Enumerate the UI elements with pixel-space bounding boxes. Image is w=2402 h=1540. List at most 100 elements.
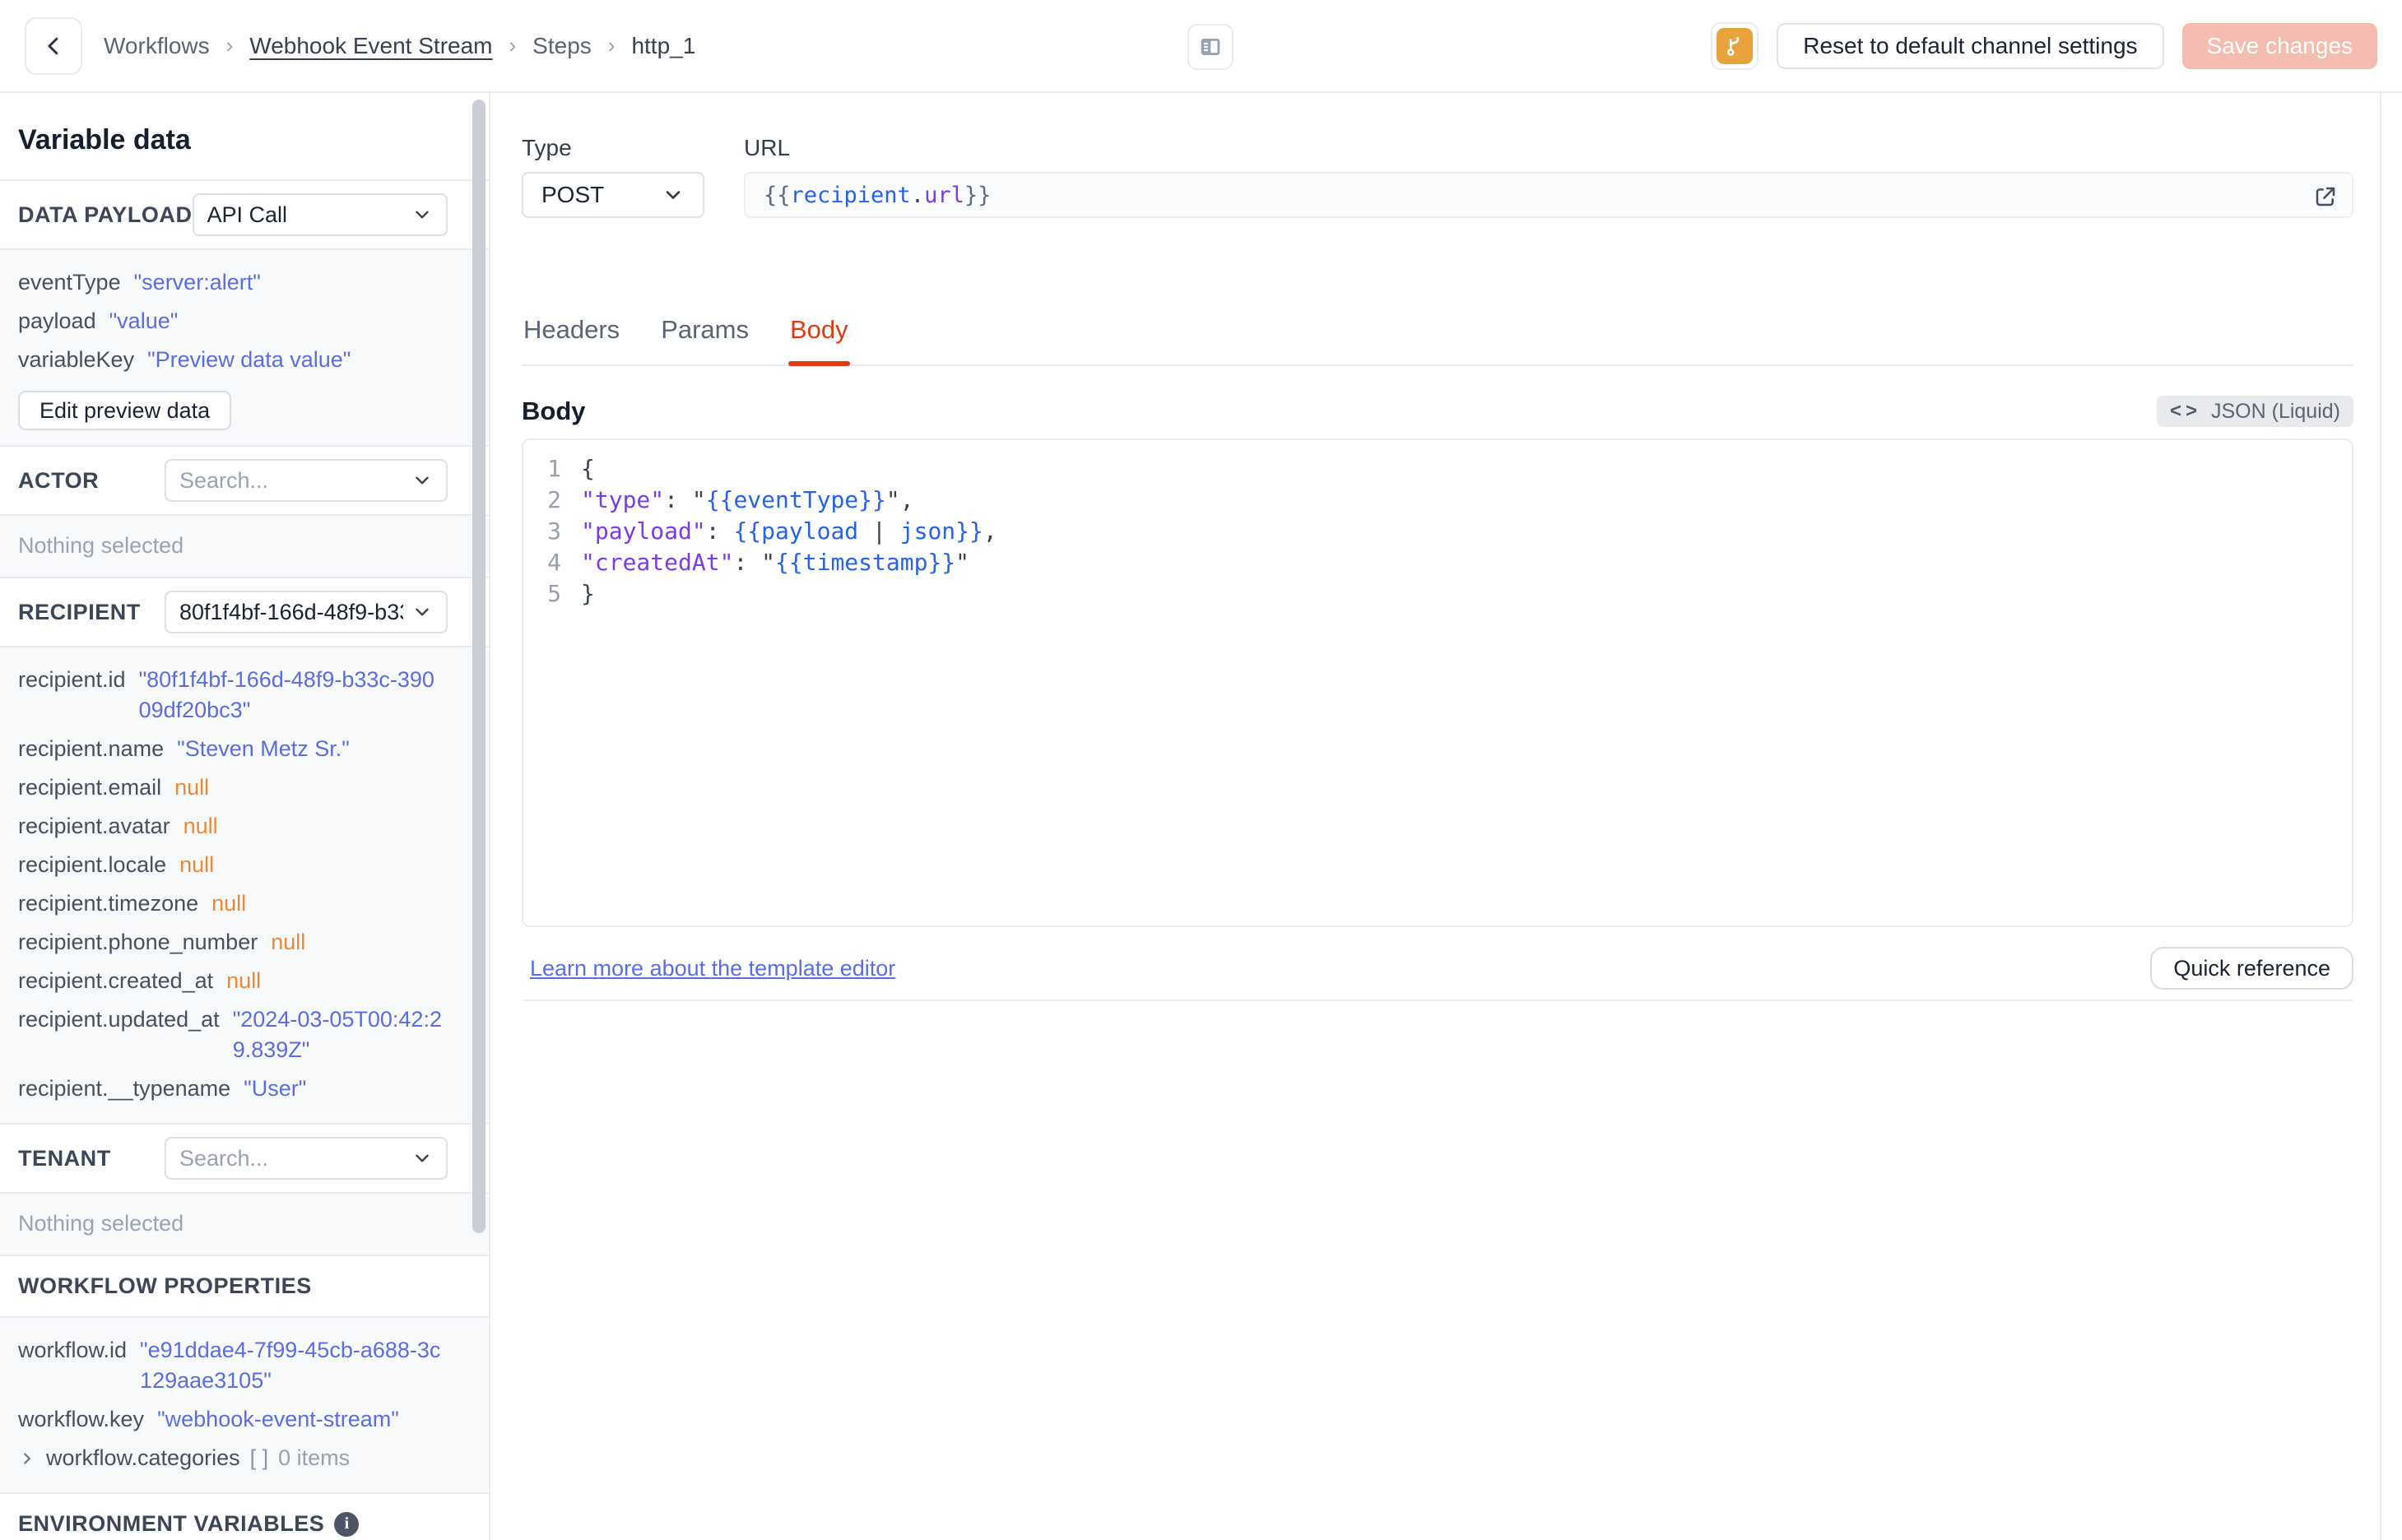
http-method-select[interactable]: POST — [522, 172, 704, 218]
kv-row: recipient.phone_number null — [18, 923, 443, 962]
kv-value: "80f1f4bf-166d-48f9-b33c-39009df20bc3" — [138, 667, 434, 722]
code-line: 3 "payload": {{payload | json}}, — [523, 516, 2352, 547]
kv-key: recipient.updated_at — [18, 1007, 220, 1032]
kv-value: null — [211, 891, 247, 916]
recipient-selected-value: 80f1f4bf-166d-48f9-b33c — [179, 599, 403, 624]
commit-button[interactable] — [1711, 21, 1759, 70]
chevron-down-icon — [411, 470, 433, 491]
chevron-left-icon — [41, 34, 66, 58]
back-button[interactable] — [25, 16, 82, 75]
save-changes-button[interactable]: Save changes — [2181, 22, 2377, 69]
breadcrumb-item-webhook-event-stream[interactable]: Webhook Event Stream — [249, 33, 492, 59]
kv-key: recipient.__typename — [18, 1076, 231, 1101]
tenant-preview: Nothing selected — [0, 1192, 489, 1255]
chevron-down-icon — [411, 204, 433, 225]
panel-toggle-button[interactable] — [1187, 24, 1234, 70]
chevron-down-icon — [411, 601, 433, 623]
breadcrumb: Workflows › Webhook Event Stream › Steps › htt… — [104, 33, 695, 59]
quick-reference-button[interactable]: Quick reference — [2150, 947, 2353, 990]
actor-empty-state: Nothing selected — [18, 533, 184, 558]
kv-key: recipient.phone_number — [18, 930, 258, 954]
body-template-editor[interactable]: 1{2 "type": "{{eventType}}", 3 "payload": {… — [522, 438, 2353, 927]
sidebar-panel-icon — [1197, 34, 1224, 60]
kv-value: "User" — [244, 1076, 307, 1101]
tenant-empty-state: Nothing selected — [18, 1211, 184, 1236]
code-line: 4 "createdAt": "{{timestamp}}" — [523, 547, 2352, 578]
language-badge-label: JSON (Liquid) — [2211, 399, 2340, 423]
recipient-select[interactable]: 80f1f4bf-166d-48f9-b33c — [165, 591, 448, 633]
kv-row: eventType "server:alert" — [18, 263, 443, 302]
kv-row: recipient.created_at null — [18, 962, 443, 1000]
template-editor-docs-link[interactable]: Learn more about the template editor — [530, 956, 895, 981]
actor-search-input[interactable] — [179, 467, 403, 494]
edit-preview-data-button[interactable]: Edit preview data — [18, 391, 232, 430]
body-section-title: Body — [522, 397, 586, 425]
tenant-label: TENANT — [18, 1145, 111, 1171]
actor-label: ACTOR — [18, 467, 100, 493]
kv-value: "server:alert" — [133, 270, 261, 295]
kv-row: recipient.timezone null — [18, 884, 443, 923]
sidebar-scrollbar[interactable] — [472, 100, 486, 1233]
kv-row: recipient.locale null — [18, 846, 443, 884]
chevron-right-icon — [18, 1450, 36, 1468]
kv-key: recipient.email — [18, 775, 162, 800]
info-icon[interactable]: i — [334, 1511, 360, 1537]
environment-variables-label: ENVIRONMENT VARIABLES — [18, 1511, 325, 1536]
workflow-categories-row[interactable]: workflow.categories [ ] 0 items — [18, 1439, 443, 1477]
kv-row: recipient.avatar null — [18, 807, 443, 846]
kv-row: recipient.__typename "User" — [18, 1069, 443, 1108]
kv-key: recipient.name — [18, 736, 165, 761]
kv-row: variableKey "Preview data value" — [18, 341, 443, 379]
breadcrumb-item-workflows[interactable]: Workflows — [104, 33, 210, 59]
breadcrumb-separator: › — [509, 33, 517, 58]
recipient-label: RECIPIENT — [18, 599, 141, 624]
kv-value: "Preview data value" — [147, 347, 351, 372]
git-branch-icon — [1717, 27, 1754, 64]
kv-key: workflow.id — [18, 1338, 128, 1362]
breadcrumb-item-steps[interactable]: Steps — [532, 33, 592, 59]
tab-headers[interactable]: Headers — [522, 315, 621, 364]
kv-key: workflow.key — [18, 1407, 145, 1431]
kv-row: workflow.key "webhook-event-stream" — [18, 1400, 443, 1439]
kv-value: "e91ddae4-7f99-45cb-a688-3c129aae3105" — [140, 1338, 441, 1393]
recipient-header: RECIPIENT 80f1f4bf-166d-48f9-b33c — [0, 577, 489, 646]
kv-value: null — [226, 968, 262, 993]
chevron-down-icon — [411, 1148, 433, 1169]
kv-row: recipient.name "Steven Metz Sr." — [18, 730, 443, 768]
kv-row: workflow.id "e91ddae4-7f99-45cb-a688-3c12… — [18, 1331, 443, 1400]
code-line: 5} — [523, 578, 2352, 610]
code-icon: <> — [2169, 400, 2201, 422]
actor-search-select[interactable] — [165, 459, 448, 502]
tab-params[interactable]: Params — [659, 315, 750, 364]
tenant-search-input[interactable] — [179, 1145, 403, 1171]
topbar: Workflows › Webhook Event Stream › Steps › htt… — [0, 0, 2402, 93]
language-badge: <> JSON (Liquid) — [2156, 396, 2353, 427]
kv-key: eventType — [18, 270, 121, 295]
workflow-properties-label: WORKFLOW PROPERTIES — [18, 1273, 312, 1298]
data-payload-preview: eventType "server:alert" payload "value" var… — [0, 248, 489, 445]
actor-preview: Nothing selected — [0, 514, 489, 577]
line-number: 5 — [547, 580, 561, 607]
kv-key: recipient.locale — [18, 852, 167, 877]
external-link-icon[interactable] — [2312, 183, 2339, 210]
workflow-categories-bracket: [ ] — [249, 1445, 269, 1470]
kv-key: recipient.id — [18, 667, 126, 692]
reset-default-channel-button[interactable]: Reset to default channel settings — [1777, 22, 2164, 69]
tab-body[interactable]: Body — [788, 315, 850, 366]
tenant-header: TENANT — [0, 1123, 489, 1192]
code-line: 1{ — [523, 453, 2352, 485]
url-input[interactable]: {{recipient.url}} — [744, 172, 2353, 218]
line-number: 2 — [547, 486, 561, 513]
workflow-categories-key: workflow.categories — [46, 1445, 240, 1470]
line-number: 3 — [547, 517, 561, 545]
data-payload-select[interactable]: API Call — [192, 193, 448, 236]
environment-variables-header: ENVIRONMENT VARIABLES i — [0, 1492, 489, 1540]
url-template-value: {{recipient.url}} — [764, 182, 992, 208]
kv-value: "webhook-event-stream" — [157, 1407, 399, 1431]
kv-row: recipient.id "80f1f4bf-166d-48f9-b33c-390… — [18, 661, 443, 730]
kv-key: variableKey — [18, 347, 135, 372]
tenant-search-select[interactable] — [165, 1137, 448, 1180]
kv-value: "value" — [109, 308, 179, 333]
data-payload-selected-value: API Call — [207, 202, 288, 227]
workflow-categories-count: 0 items — [278, 1445, 351, 1470]
